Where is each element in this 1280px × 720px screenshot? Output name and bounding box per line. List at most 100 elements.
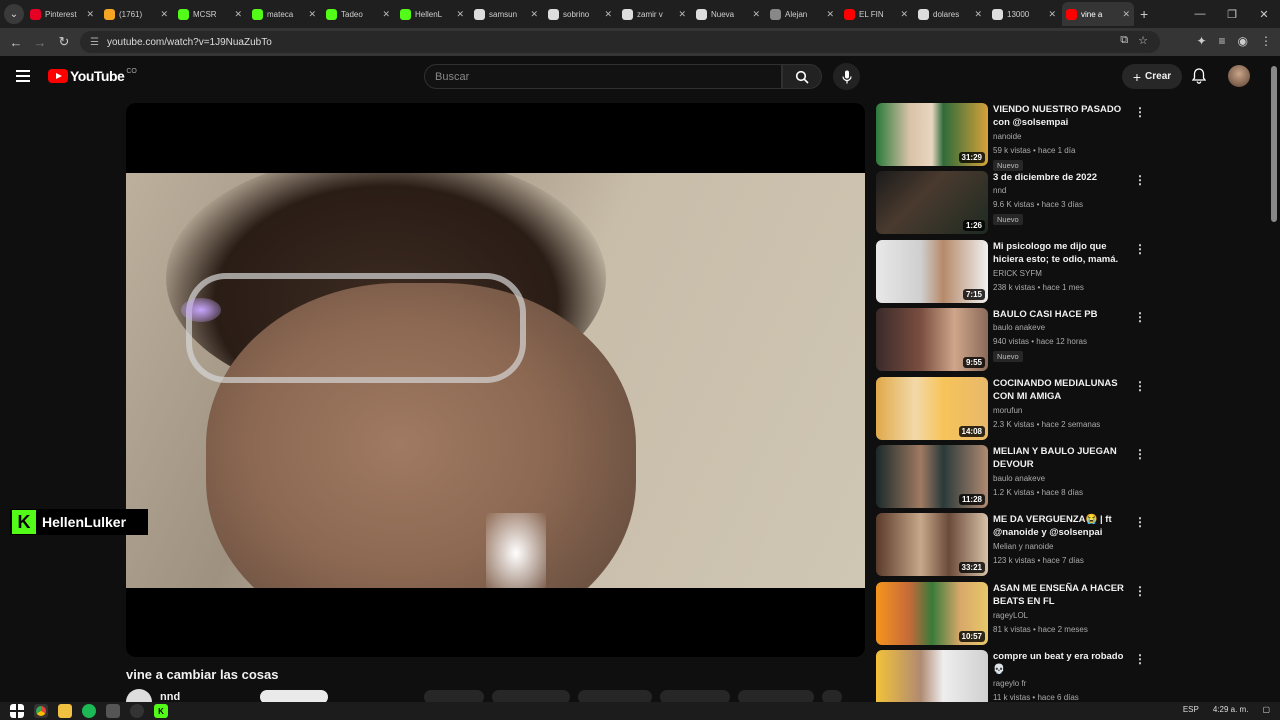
browser-tab[interactable]: EL FIN ✕ xyxy=(840,2,912,26)
browser-tab[interactable]: MCSR ✕ xyxy=(174,2,246,26)
recommendation-channel[interactable]: baulo anakeve xyxy=(993,474,1045,483)
tab-close-icon[interactable]: ✕ xyxy=(86,9,94,20)
bookmark-star-icon[interactable]: ☆ xyxy=(1138,34,1148,47)
recommendation-item[interactable]: 11:28 MELIAN Y BAULO JUEGAN DEVOUR baulo a… xyxy=(876,445,1146,509)
recommendation-title[interactable]: MELIAN Y BAULO JUEGAN DEVOUR xyxy=(993,445,1131,471)
reload-icon[interactable]: ↻ xyxy=(52,34,76,50)
obs-icon[interactable] xyxy=(130,704,144,718)
browser-tab[interactable]: Tadeo ✕ xyxy=(322,2,394,26)
recommendation-channel[interactable]: morufun xyxy=(993,406,1022,415)
recommendation-title[interactable]: compre un beat y era robado 💀 xyxy=(993,650,1131,676)
recommendation-thumbnail[interactable]: 11:28 xyxy=(876,445,988,508)
notification-center-icon[interactable]: ▢ xyxy=(1262,705,1270,714)
youtube-logo[interactable]: YouTube CO xyxy=(48,68,137,84)
more-options-icon[interactable]: ⋮ xyxy=(1134,652,1146,666)
tab-close-icon[interactable]: ✕ xyxy=(678,9,686,20)
back-icon[interactable]: ← xyxy=(4,35,28,50)
recommendation-channel[interactable]: Melian y nanoide xyxy=(993,542,1053,551)
browser-tab[interactable]: Nueva ✕ xyxy=(692,2,764,26)
recommendation-thumbnail[interactable]: 31:29 xyxy=(876,103,988,166)
extensions-icon[interactable]: ✦ xyxy=(1196,34,1206,48)
page-scrollbar[interactable] xyxy=(1271,66,1277,222)
recommendation-title[interactable]: Mi psicologo me dijo que hiciera esto; t… xyxy=(993,240,1131,266)
recommendation-channel[interactable]: rageyLOL xyxy=(993,611,1028,620)
recommendation-thumbnail[interactable]: 10:57 xyxy=(876,581,988,645)
install-app-icon[interactable]: ⧉ xyxy=(1120,34,1128,47)
kick-icon[interactable]: K xyxy=(154,704,168,718)
recommendation-channel[interactable]: nnd xyxy=(993,186,1006,195)
new-tab-button[interactable]: + xyxy=(1140,6,1148,22)
more-options-icon[interactable]: ⋮ xyxy=(1134,515,1146,529)
tab-close-icon[interactable]: ✕ xyxy=(826,9,834,20)
close-window-icon[interactable]: ✕ xyxy=(1248,8,1280,21)
minimize-icon[interactable]: — xyxy=(1184,8,1216,20)
site-info-icon[interactable]: ☰ xyxy=(90,37,99,48)
tab-close-icon[interactable]: ✕ xyxy=(752,9,760,20)
account-avatar[interactable] xyxy=(1228,65,1250,87)
tray-clock[interactable]: 4:29 a. m. xyxy=(1213,705,1249,714)
recommendation-item[interactable]: 14:08 COCINANDO MEDIALUNAS CON MI AMIGA mo… xyxy=(876,376,1146,441)
recommendation-title[interactable]: BAULO CASI HACE PB xyxy=(993,308,1131,321)
more-options-icon[interactable]: ⋮ xyxy=(1134,379,1146,393)
browser-tab[interactable]: (1761) ✕ xyxy=(100,2,172,26)
search-button[interactable] xyxy=(782,64,822,89)
tab-close-icon[interactable]: ✕ xyxy=(308,9,316,20)
more-options-icon[interactable]: ⋮ xyxy=(1134,242,1146,256)
tab-search-button[interactable]: ⌄ xyxy=(4,4,24,24)
browser-tab[interactable]: dolares ✕ xyxy=(914,2,986,26)
profile-icon[interactable]: ◉ xyxy=(1238,34,1248,48)
tray-lang[interactable]: ESP xyxy=(1183,705,1199,714)
recommendation-item[interactable]: 7:15 Mi psicologo me dijo que hiciera est… xyxy=(876,239,1146,304)
create-button[interactable]: + Crear xyxy=(1122,64,1182,89)
tab-close-icon[interactable]: ✕ xyxy=(1122,9,1130,20)
browser-tab[interactable]: 13000 ✕ xyxy=(988,2,1060,26)
browser-tab[interactable]: zamir v ✕ xyxy=(618,2,690,26)
recommendation-thumbnail[interactable]: 33:21 xyxy=(876,513,988,577)
recommendation-thumbnail[interactable]: 9:55 xyxy=(876,308,988,372)
more-options-icon[interactable]: ⋮ xyxy=(1134,310,1146,324)
recommendation-item[interactable]: 10:57 ASAN ME ENSEÑA A HACER BEATS EN FL r… xyxy=(876,581,1146,646)
recommendation-item[interactable]: 9:55 BAULO CASI HACE PB baulo anakeve 940 v… xyxy=(876,308,1146,372)
recommendation-title[interactable]: ASAN ME ENSEÑA A HACER BEATS EN FL xyxy=(993,582,1131,608)
recommendation-title[interactable]: 3 de diciembre de 2022 xyxy=(993,171,1131,184)
recommendation-channel[interactable]: baulo anakeve xyxy=(993,323,1045,332)
chrome-icon[interactable] xyxy=(34,704,48,718)
recommendation-title[interactable]: VIENDO NUESTRO PASADO con @solsempai xyxy=(993,103,1131,129)
windows-start-icon[interactable] xyxy=(10,704,24,718)
tab-close-icon[interactable]: ✕ xyxy=(1048,9,1056,20)
media-control-icon[interactable]: ≡ xyxy=(1219,34,1226,48)
browser-tab[interactable]: sobrino ✕ xyxy=(544,2,616,26)
more-options-icon[interactable]: ⋮ xyxy=(1134,105,1146,119)
browser-menu-icon[interactable]: ⋮ xyxy=(1260,34,1272,48)
tab-close-icon[interactable]: ✕ xyxy=(234,9,242,20)
tab-close-icon[interactable]: ✕ xyxy=(530,9,538,20)
recommendation-channel[interactable]: ERICK SYFM xyxy=(993,269,1042,278)
recommendation-title[interactable]: COCINANDO MEDIALUNAS CON MI AMIGA xyxy=(993,377,1131,403)
tab-close-icon[interactable]: ✕ xyxy=(974,9,982,20)
spotify-icon[interactable] xyxy=(82,704,96,718)
tab-close-icon[interactable]: ✕ xyxy=(456,9,464,20)
tab-close-icon[interactable]: ✕ xyxy=(382,9,390,20)
recommendation-channel[interactable]: nanoide xyxy=(993,132,1021,141)
video-player[interactable] xyxy=(126,103,865,657)
browser-tab[interactable]: Pinterest ✕ xyxy=(26,2,98,26)
address-bar[interactable]: ☰ youtube.com/watch?v=1J9NuaZubTo ⧉ ☆ xyxy=(80,31,1160,53)
tab-close-icon[interactable]: ✕ xyxy=(160,9,168,20)
tab-close-icon[interactable]: ✕ xyxy=(900,9,908,20)
recommendation-item[interactable]: 31:29 VIENDO NUESTRO PASADO con @solsempa… xyxy=(876,103,1146,171)
browser-tab[interactable]: samsun ✕ xyxy=(470,2,542,26)
file-explorer-icon[interactable] xyxy=(58,704,72,718)
maximize-icon[interactable]: ❐ xyxy=(1216,8,1248,21)
guide-menu-icon[interactable] xyxy=(16,70,30,82)
browser-tab[interactable]: Alejan ✕ xyxy=(766,2,838,26)
browser-tab[interactable]: HellenL ✕ xyxy=(396,2,468,26)
recommendation-item[interactable]: 33:21 ME DA VERGUENZA😭 | ft @nanoide y @s… xyxy=(876,513,1146,577)
forward-icon[interactable]: → xyxy=(28,35,52,50)
recommendation-channel[interactable]: rageylo fr xyxy=(993,679,1026,688)
voice-search-button[interactable] xyxy=(833,63,860,90)
notifications-button[interactable] xyxy=(1191,68,1207,89)
app-icon[interactable] xyxy=(106,704,120,718)
more-options-icon[interactable]: ⋮ xyxy=(1134,173,1146,187)
recommendation-thumbnail[interactable]: 7:15 xyxy=(876,239,988,303)
browser-tab[interactable]: mateca ✕ xyxy=(248,2,320,26)
